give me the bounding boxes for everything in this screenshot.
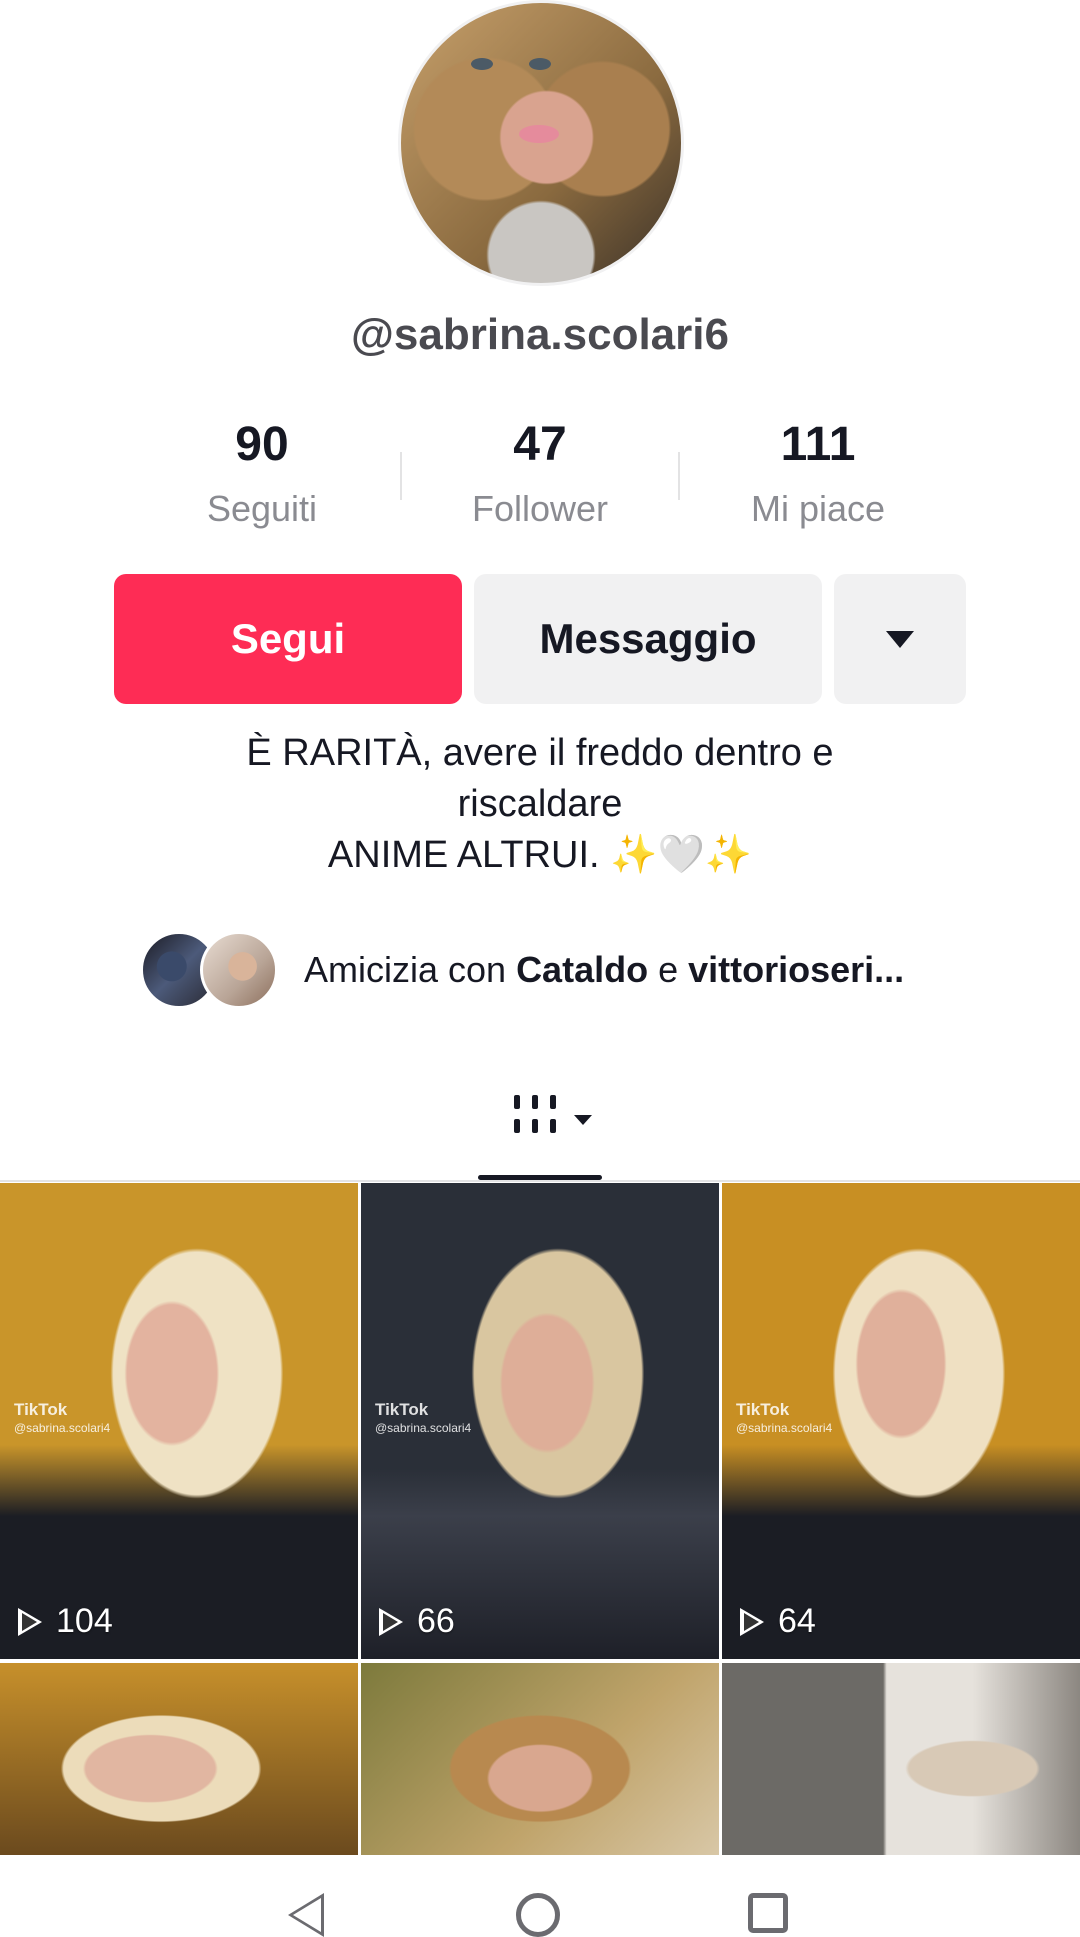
profile-stats: 90 Seguiti 47 Follower 111 Mi piace (0, 415, 1080, 535)
mutual-friends-text: Amicizia con Cataldo e vittorioseri... (304, 949, 904, 991)
avatar-eye (471, 58, 493, 70)
tiktok-watermark: TikTok @sabrina.scolari4 (375, 1400, 472, 1436)
username: @sabrina.scolari6 (351, 310, 729, 359)
chevron-down-icon (886, 630, 914, 648)
message-button[interactable]: Messaggio (474, 574, 822, 704)
stat-likes-value: 111 (780, 418, 856, 471)
friend-name: Cataldo (516, 949, 649, 990)
grid-icon-bar (532, 1119, 538, 1133)
tab-divider (0, 1180, 1080, 1182)
recent-apps-icon[interactable] (748, 1893, 788, 1933)
friends-joiner: e (648, 949, 689, 990)
back-icon[interactable] (288, 1893, 324, 1937)
stat-following-value: 90 (235, 418, 289, 471)
video-grid: TikTok @sabrina.scolari4 104 TikTok @sabri… (0, 1183, 1080, 1855)
view-count: 64 (740, 1602, 816, 1641)
home-icon[interactable] (516, 1893, 560, 1937)
bio-line: È RARITÀ, avere il freddo dentro e (246, 732, 834, 774)
stat-following-label: Seguiti (206, 488, 318, 529)
tiktok-watermark: TikTok @sabrina.scolari4 (14, 1400, 111, 1436)
stat-followers-label: Follower (471, 488, 609, 529)
avatar-lips (519, 125, 559, 143)
profile-bio: È RARITÀ, avere il freddo dentro e risca… (0, 728, 1080, 881)
play-icon (18, 1607, 42, 1636)
tiktok-watermark: TikTok @sabrina.scolari4 (736, 1400, 833, 1436)
tab-chevron-down-icon[interactable] (574, 1115, 592, 1125)
grid-icon-bar (550, 1095, 556, 1109)
grid-icon-bar (514, 1119, 520, 1133)
mutual-friends[interactable]: Amicizia con Cataldo e vittorioseri... (140, 930, 904, 1010)
stat-following[interactable]: 90 Seguiti (142, 415, 382, 539)
stat-followers-value: 47 (513, 418, 567, 471)
follow-button[interactable]: Segui (114, 574, 462, 704)
bio-line: riscaldare (457, 783, 623, 825)
video-thumbnail[interactable] (0, 1663, 358, 1855)
stat-divider (400, 452, 402, 500)
bio-line: ANIME ALTRUI. ✨🤍✨ (327, 834, 753, 876)
friend-avatar (200, 931, 278, 1009)
grid-icon-bar (532, 1095, 538, 1109)
play-icon (740, 1607, 764, 1636)
grid-icon-bar (514, 1095, 520, 1109)
friends-prefix: Amicizia con (304, 949, 517, 990)
video-thumbnail[interactable]: TikTok @sabrina.scolari4 104 (0, 1183, 358, 1659)
view-count: 104 (18, 1602, 113, 1641)
video-thumbnail[interactable]: TikTok @sabrina.scolari4 64 (722, 1183, 1080, 1659)
videos-tab[interactable] (510, 1095, 570, 1149)
play-icon (379, 1607, 403, 1636)
stat-followers[interactable]: 47 Follower (420, 415, 660, 539)
view-count: 66 (379, 1602, 455, 1641)
stat-likes[interactable]: 111 Mi piace (698, 415, 938, 539)
video-thumbnail[interactable]: TikTok @sabrina.scolari4 66 (361, 1183, 719, 1659)
friend-name: vittorioseri... (688, 949, 905, 990)
profile-avatar[interactable] (398, 0, 684, 286)
grid-icon-bar (550, 1119, 556, 1133)
stat-divider (678, 452, 680, 500)
more-options-button[interactable] (834, 574, 966, 704)
video-thumbnail[interactable] (361, 1663, 719, 1855)
avatar-eye (529, 58, 551, 70)
stat-likes-label: Mi piace (750, 488, 886, 529)
video-thumbnail[interactable] (722, 1663, 1080, 1855)
